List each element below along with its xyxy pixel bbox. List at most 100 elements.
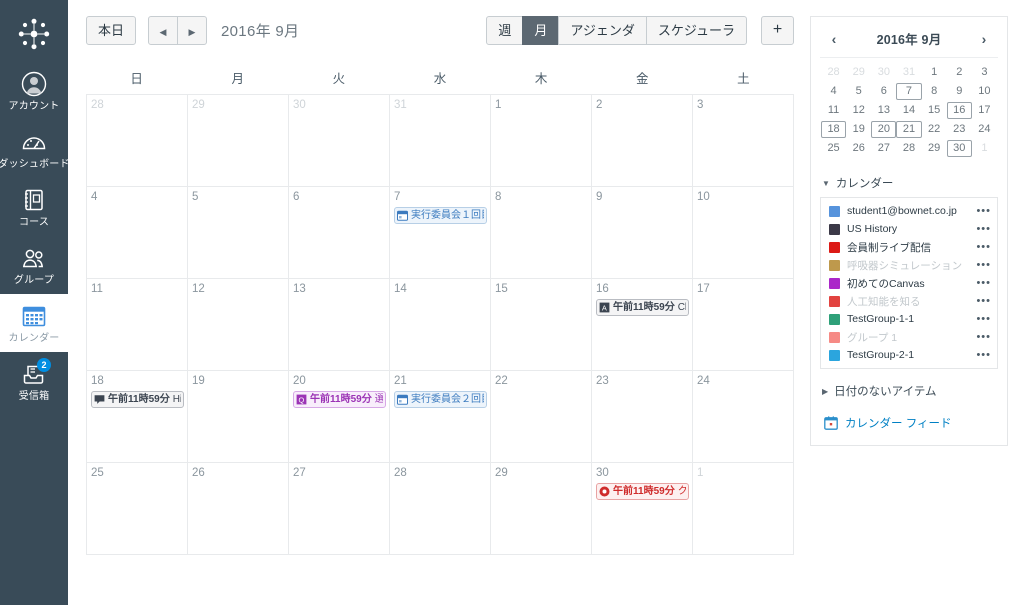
mini-calendar-day[interactable]: 21 <box>896 121 922 138</box>
add-event-button[interactable]: + <box>761 15 794 45</box>
day-cell[interactable]: 27 <box>289 463 390 555</box>
mini-calendar-day[interactable]: 31 <box>896 64 921 81</box>
day-cell[interactable]: 13 <box>289 279 390 371</box>
day-cell[interactable]: 23 <box>592 371 693 463</box>
sidebar-item-groups[interactable]: グループ <box>0 236 68 294</box>
sidebar-item-courses[interactable]: コース <box>0 178 68 236</box>
sidebar-item-inbox[interactable]: 2 受信箱 <box>0 352 68 410</box>
calendar-context-menu-icon[interactable]: ••• <box>976 277 991 288</box>
calendar-list-item[interactable]: 人工知能を知る ••• <box>821 292 997 310</box>
canvas-logo[interactable] <box>0 6 68 62</box>
calendar-context-menu-icon[interactable]: ••• <box>976 259 991 270</box>
mini-calendar-day[interactable]: 28 <box>821 64 846 81</box>
calendar-list-item[interactable]: グループ 1 ••• <box>821 328 997 346</box>
mini-calendar-day[interactable]: 8 <box>922 83 947 100</box>
calendar-feed-link[interactable]: カレンダー フィード <box>824 415 998 431</box>
calendar-color-swatch[interactable] <box>829 241 840 253</box>
mini-calendar-day[interactable]: 13 <box>871 102 896 119</box>
calendar-event[interactable]: 午前11時59分ク <box>596 483 689 500</box>
mini-calendar-day[interactable]: 12 <box>846 102 871 119</box>
mini-prev-month-button[interactable]: ‹ <box>826 31 842 47</box>
mini-calendar-day[interactable]: 4 <box>821 83 846 100</box>
day-cell[interactable]: 17 <box>693 279 794 371</box>
calendar-context-menu-icon[interactable]: ••• <box>976 295 991 306</box>
day-cell[interactable]: 19 <box>188 371 289 463</box>
mini-calendar-day[interactable]: 23 <box>947 121 972 138</box>
day-cell[interactable]: 21 実行委員会２回目 <box>390 371 491 463</box>
mini-calendar-day[interactable]: 3 <box>972 64 997 81</box>
day-cell[interactable]: 24 <box>693 371 794 463</box>
mini-calendar-day[interactable]: 19 <box>846 121 871 138</box>
day-cell[interactable]: 10 <box>693 187 794 279</box>
calendar-event[interactable]: Q 午前11時59分選 <box>293 391 386 408</box>
day-cell[interactable]: 6 <box>289 187 390 279</box>
day-cell[interactable]: 29 <box>188 95 289 187</box>
calendar-list-item[interactable]: US History ••• <box>821 220 997 238</box>
mini-calendar-day[interactable]: 15 <box>922 102 947 119</box>
mini-calendar-day[interactable]: 1 <box>922 64 947 81</box>
mini-next-month-button[interactable]: › <box>976 31 992 47</box>
day-cell[interactable]: 31 <box>390 95 491 187</box>
mini-calendar-day[interactable]: 29 <box>922 140 947 157</box>
day-cell[interactable]: 4 <box>87 187 188 279</box>
day-cell[interactable]: 29 <box>491 463 592 555</box>
mini-calendar-day[interactable]: 17 <box>972 102 997 119</box>
calendar-color-swatch[interactable] <box>829 295 840 307</box>
day-cell[interactable]: 20 Q 午前11時59分選 <box>289 371 390 463</box>
calendar-list-item[interactable]: 初めてのCanvas ••• <box>821 274 997 292</box>
mini-calendar-day[interactable]: 14 <box>896 102 921 119</box>
day-cell[interactable]: 11 <box>87 279 188 371</box>
day-cell[interactable]: 3 <box>693 95 794 187</box>
day-cell[interactable]: 16 A 午前11時59分Cl <box>592 279 693 371</box>
mini-calendar-day[interactable]: 7 <box>896 83 922 100</box>
calendar-list-item[interactable]: 会員制ライブ配信 ••• <box>821 238 997 256</box>
calendar-color-swatch[interactable] <box>829 277 840 289</box>
day-cell[interactable]: 26 <box>188 463 289 555</box>
day-cell[interactable]: 22 <box>491 371 592 463</box>
mini-calendar-day[interactable]: 20 <box>871 121 897 138</box>
calendar-color-swatch[interactable] <box>829 349 840 361</box>
mini-calendar-day[interactable]: 1 <box>972 140 997 157</box>
mini-calendar-day[interactable]: 9 <box>947 83 972 100</box>
mini-calendar-day[interactable]: 29 <box>846 64 871 81</box>
calendar-color-swatch[interactable] <box>829 205 840 217</box>
calendar-event[interactable]: 実行委員会１回目 <box>394 207 487 224</box>
day-cell[interactable]: 1 <box>693 463 794 555</box>
calendar-context-menu-icon[interactable]: ••• <box>976 331 991 342</box>
mini-calendar-day[interactable]: 16 <box>946 102 972 119</box>
calendar-context-menu-icon[interactable]: ••• <box>976 349 991 360</box>
calendar-color-swatch[interactable] <box>829 331 840 343</box>
day-cell[interactable]: 7 実行委員会１回目 <box>390 187 491 279</box>
day-cell[interactable]: 14 <box>390 279 491 371</box>
day-cell[interactable]: 1 <box>491 95 592 187</box>
calendar-context-menu-icon[interactable]: ••• <box>976 205 991 216</box>
calendar-event[interactable]: A 午前11時59分Cl <box>596 299 689 316</box>
calendar-list-item[interactable]: 呼吸器シミュレーション ••• <box>821 256 997 274</box>
calendar-color-swatch[interactable] <box>829 313 840 325</box>
day-cell[interactable]: 28 <box>87 95 188 187</box>
calendars-section-header[interactable]: ▼ カレンダー <box>822 175 998 191</box>
day-cell[interactable]: 15 <box>491 279 592 371</box>
calendar-list-item[interactable]: TestGroup-2-1 ••• <box>821 346 997 364</box>
day-cell[interactable]: 18 午前11時59分His <box>87 371 188 463</box>
mini-calendar-day[interactable]: 6 <box>871 83 896 100</box>
mini-calendar-day[interactable]: 26 <box>846 140 871 157</box>
mini-calendar-day[interactable]: 27 <box>871 140 896 157</box>
tab-week[interactable]: 週 <box>486 15 524 45</box>
mini-calendar-day[interactable]: 2 <box>947 64 972 81</box>
tab-agenda[interactable]: アジェンダ <box>558 15 647 45</box>
mini-calendar-day[interactable]: 10 <box>972 83 997 100</box>
day-cell[interactable]: 30 <box>289 95 390 187</box>
sidebar-item-account[interactable]: アカウント <box>0 62 68 120</box>
day-cell[interactable]: 28 <box>390 463 491 555</box>
calendar-event[interactable]: 午前11時59分His <box>91 391 184 408</box>
day-cell[interactable]: 25 <box>87 463 188 555</box>
mini-calendar-day[interactable]: 28 <box>896 140 921 157</box>
calendar-context-menu-icon[interactable]: ••• <box>976 241 991 252</box>
mini-calendar-day[interactable]: 11 <box>821 102 846 119</box>
sidebar-item-dashboard[interactable]: ダッシュボード <box>0 120 70 178</box>
day-cell[interactable]: 30 午前11時59分ク <box>592 463 693 555</box>
mini-calendar-day[interactable]: 30 <box>871 64 896 81</box>
day-cell[interactable]: 2 <box>592 95 693 187</box>
calendar-color-swatch[interactable] <box>829 259 840 271</box>
